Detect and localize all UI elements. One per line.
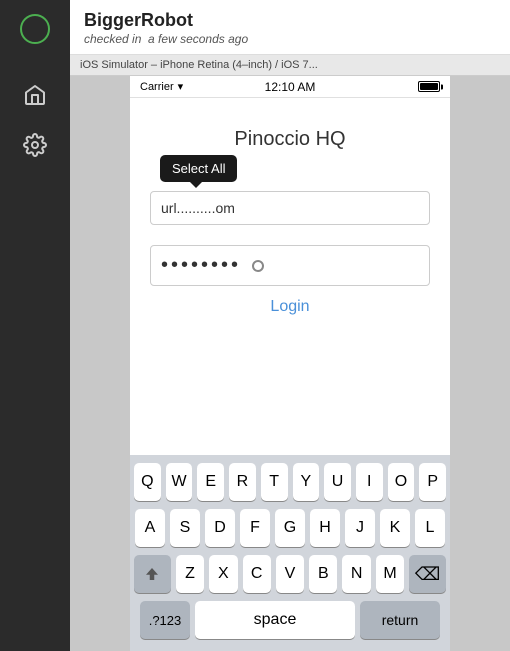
app-title: Pinoccio HQ bbox=[234, 128, 345, 151]
login-button[interactable]: Login bbox=[270, 298, 309, 316]
keyboard-row-bottom: .?123 space return bbox=[134, 601, 446, 639]
home-icon bbox=[23, 83, 47, 107]
key-f[interactable]: F bbox=[240, 509, 270, 547]
key-r[interactable]: R bbox=[229, 463, 256, 501]
gear-icon bbox=[23, 133, 47, 157]
sidebar bbox=[0, 0, 70, 651]
carrier-label: Carrier bbox=[140, 81, 174, 93]
phone-frame: Carrier ▾ 12:10 AM Pinoccio HQ Select Al… bbox=[130, 76, 450, 651]
shift-icon bbox=[143, 565, 161, 583]
symbols-key[interactable]: .?123 bbox=[140, 601, 190, 639]
select-all-label: Select All bbox=[172, 161, 225, 176]
key-s[interactable]: S bbox=[170, 509, 200, 547]
shift-key[interactable] bbox=[134, 555, 171, 593]
email-value: url..........om bbox=[161, 200, 235, 216]
key-p[interactable]: P bbox=[419, 463, 446, 501]
topbar: BiggerRobot checked in a few seconds ago bbox=[70, 0, 510, 55]
carrier-info: Carrier ▾ bbox=[140, 80, 183, 93]
key-u[interactable]: U bbox=[324, 463, 351, 501]
email-input[interactable]: url..........om bbox=[150, 191, 430, 225]
key-x[interactable]: X bbox=[209, 555, 237, 593]
key-e[interactable]: E bbox=[197, 463, 224, 501]
keyboard: Q W E R T Y U I O P A S D F G bbox=[130, 455, 450, 651]
key-h[interactable]: H bbox=[310, 509, 340, 547]
password-input[interactable]: •••••••• bbox=[150, 245, 430, 286]
key-n[interactable]: N bbox=[342, 555, 370, 593]
status-time: a few seconds ago bbox=[148, 32, 248, 46]
key-g[interactable]: G bbox=[275, 509, 305, 547]
key-c[interactable]: C bbox=[243, 555, 271, 593]
context-menu[interactable]: Select All bbox=[160, 155, 237, 182]
key-z[interactable]: Z bbox=[176, 555, 204, 593]
key-v[interactable]: V bbox=[276, 555, 304, 593]
key-w[interactable]: W bbox=[166, 463, 193, 501]
key-a[interactable]: A bbox=[135, 509, 165, 547]
status-indicator bbox=[20, 14, 50, 44]
sidebar-item-settings[interactable] bbox=[14, 124, 56, 166]
password-dots: •••••••• bbox=[161, 254, 241, 276]
key-i[interactable]: I bbox=[356, 463, 383, 501]
status-line: checked in a few seconds ago bbox=[84, 32, 496, 46]
app-name: BiggerRobot bbox=[84, 10, 496, 31]
key-l[interactable]: L bbox=[415, 509, 445, 547]
cursor-icon bbox=[252, 260, 264, 272]
app-content: Pinoccio HQ Select All url..........om •… bbox=[130, 98, 450, 455]
battery-icon bbox=[418, 81, 440, 92]
key-t[interactable]: T bbox=[261, 463, 288, 501]
space-key[interactable]: space bbox=[195, 601, 355, 639]
status-prefix: checked in bbox=[84, 32, 141, 46]
key-b[interactable]: B bbox=[309, 555, 337, 593]
status-time-display: 12:10 AM bbox=[265, 80, 316, 94]
key-d[interactable]: D bbox=[205, 509, 235, 547]
keyboard-row-3: Z X C V B N M ⌫ bbox=[134, 555, 446, 593]
delete-key[interactable]: ⌫ bbox=[409, 555, 446, 593]
keyboard-row-2: A S D F G H J K L bbox=[134, 509, 446, 547]
key-m[interactable]: M bbox=[376, 555, 404, 593]
main-content: BiggerRobot checked in a few seconds ago… bbox=[70, 0, 510, 651]
return-key[interactable]: return bbox=[360, 601, 440, 639]
key-j[interactable]: J bbox=[345, 509, 375, 547]
sidebar-item-home[interactable] bbox=[14, 74, 56, 116]
key-q[interactable]: Q bbox=[134, 463, 161, 501]
email-input-wrapper: Select All url..........om bbox=[150, 191, 430, 235]
wifi-icon: ▾ bbox=[178, 80, 184, 93]
phone-container: Carrier ▾ 12:10 AM Pinoccio HQ Select Al… bbox=[70, 76, 510, 651]
key-y[interactable]: Y bbox=[293, 463, 320, 501]
key-o[interactable]: O bbox=[388, 463, 415, 501]
keyboard-row-1: Q W E R T Y U I O P bbox=[134, 463, 446, 501]
status-bar: Carrier ▾ 12:10 AM bbox=[130, 76, 450, 98]
device-bar: iOS Simulator – iPhone Retina (4–inch) /… bbox=[70, 55, 510, 76]
battery-area bbox=[418, 81, 440, 92]
key-k[interactable]: K bbox=[380, 509, 410, 547]
